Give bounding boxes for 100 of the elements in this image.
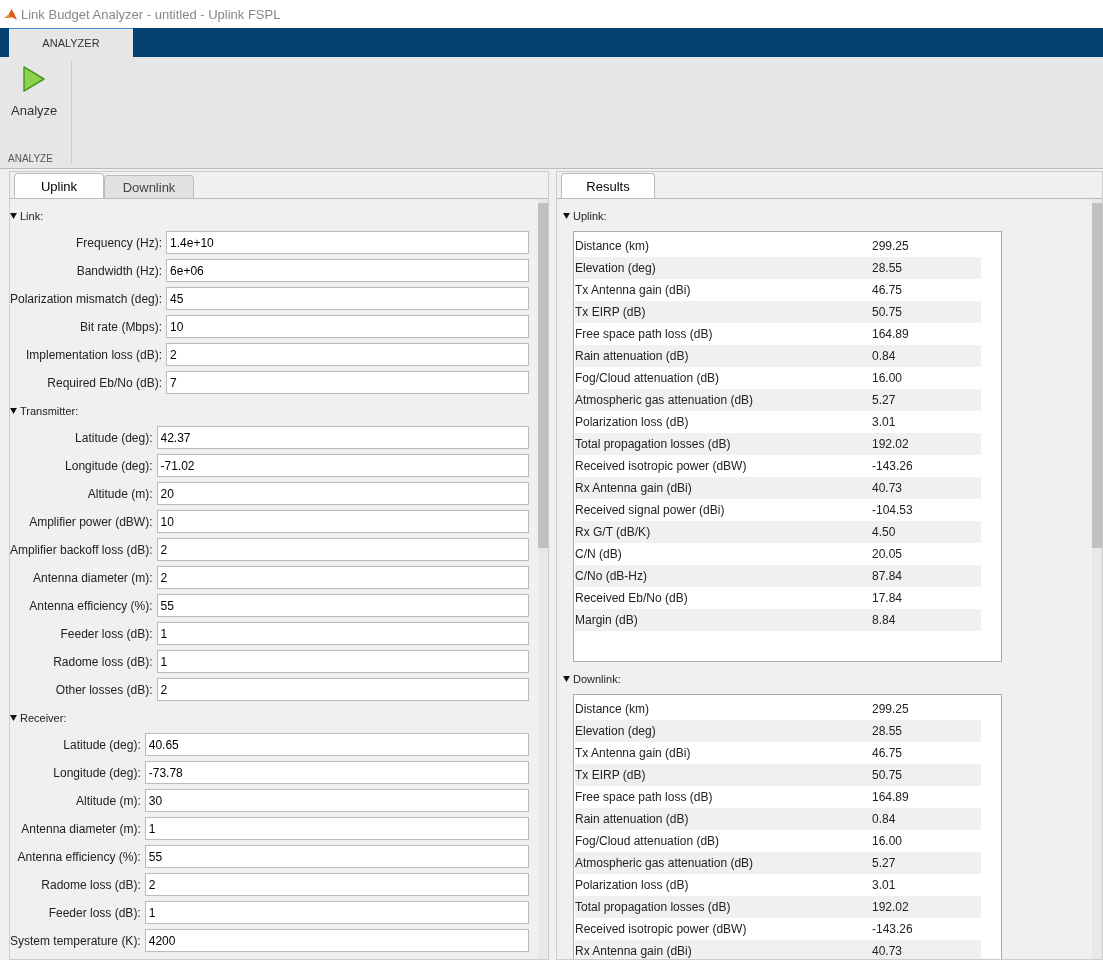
table-cell-text: Fog/Cloud attenuation (dB) bbox=[575, 371, 721, 385]
table-cell-text: 3.01 bbox=[872, 878, 897, 892]
table-cell-text: 20.05 bbox=[872, 547, 904, 561]
input-field[interactable]: 1 bbox=[144, 901, 529, 924]
table-cell-text: 17.84 bbox=[872, 591, 904, 605]
table-cell-text: -143.26 bbox=[872, 922, 914, 936]
field-label: Amplifier power (dBW): bbox=[29, 514, 153, 529]
field-label: Implementation loss (dB): bbox=[26, 347, 163, 362]
table-cell-text: 28.55 bbox=[872, 261, 904, 275]
table-cell-text: Tx Antenna gain (dBi) bbox=[575, 746, 692, 760]
table-cell-text: Rx G/T (dB/K) bbox=[575, 525, 652, 539]
section-header[interactable]: Transmitter: bbox=[10, 402, 79, 420]
input-field[interactable]: -71.02 bbox=[156, 454, 529, 477]
table-cell-text: Rx Antenna gain (dBi) bbox=[575, 481, 693, 495]
table-cell-text: 16.00 bbox=[872, 371, 904, 385]
toolstrip-tab[interactable]: ANALYZER bbox=[9, 28, 133, 57]
input-field[interactable]: 10 bbox=[156, 510, 529, 533]
field-label: Antenna efficiency (%): bbox=[17, 849, 141, 864]
table-cell-text: -104.53 bbox=[872, 503, 914, 517]
field-label: Frequency (Hz): bbox=[76, 235, 163, 250]
table-cell-text: 5.27 bbox=[872, 856, 897, 870]
table-cell-text: 87.84 bbox=[872, 569, 904, 583]
table-cell-text: Received isotropic power (dBW) bbox=[575, 459, 748, 473]
input-field[interactable]: 55 bbox=[144, 845, 529, 868]
table-cell-text: 40.73 bbox=[872, 944, 904, 958]
input-field[interactable]: 1 bbox=[156, 650, 529, 673]
field-label: Polarization mismatch (deg): bbox=[10, 291, 163, 306]
input-field[interactable]: 7 bbox=[166, 371, 529, 394]
field-label: Antenna diameter (m): bbox=[33, 570, 153, 585]
table-cell-text: 3.01 bbox=[872, 415, 897, 429]
input-field[interactable]: 2 bbox=[156, 538, 529, 561]
table-cell-text: Received isotropic power (dBW) bbox=[575, 922, 748, 936]
section-header[interactable]: Receiver: bbox=[10, 709, 67, 727]
field-label: Feeder loss (dB): bbox=[48, 905, 141, 920]
panel-tab[interactable]: Downlink bbox=[104, 175, 194, 198]
field-label: Antenna diameter (m): bbox=[21, 821, 141, 836]
scrollbar-thumb[interactable] bbox=[538, 203, 548, 548]
analyze-button[interactable]: Analyze bbox=[9, 61, 60, 122]
input-field[interactable]: 6e+06 bbox=[166, 259, 529, 282]
app-logo-icon bbox=[4, 7, 17, 21]
field-label: Altitude (m): bbox=[87, 486, 153, 501]
section-header[interactable]: Uplink: bbox=[563, 207, 607, 225]
input-field[interactable]: 2 bbox=[166, 343, 529, 366]
input-field[interactable]: 1.4e+10 bbox=[166, 231, 529, 254]
table-cell-text: Total propagation losses (dB) bbox=[575, 437, 732, 451]
table-cell-text: 299.25 bbox=[872, 702, 910, 716]
table-cell-text: Elevation (deg) bbox=[575, 261, 657, 275]
table-cell-text: Tx EIRP (dB) bbox=[575, 768, 647, 782]
input-field[interactable]: 1 bbox=[156, 622, 529, 645]
table-cell-text: Tx EIRP (dB) bbox=[575, 305, 647, 319]
input-field[interactable]: 10 bbox=[166, 315, 529, 338]
table-cell-text: 50.75 bbox=[872, 305, 904, 319]
input-field[interactable]: 4200 bbox=[144, 929, 529, 952]
table-cell-text: Rain attenuation (dB) bbox=[575, 349, 690, 363]
input-field[interactable]: 40.65 bbox=[144, 733, 529, 756]
section-header[interactable]: Link: bbox=[10, 207, 44, 225]
input-field[interactable]: 2 bbox=[144, 873, 529, 896]
table-cell-text: Received Eb/No (dB) bbox=[575, 591, 689, 605]
input-field[interactable]: 20 bbox=[156, 482, 529, 505]
field-label: Latitude (deg): bbox=[63, 737, 141, 752]
table-cell-text: 164.89 bbox=[872, 790, 910, 804]
input-field[interactable]: 2 bbox=[156, 678, 529, 701]
field-label: Required Eb/No (dB): bbox=[47, 375, 163, 390]
section-header[interactable]: Downlink: bbox=[563, 670, 621, 688]
panel-tab[interactable]: Results bbox=[561, 173, 655, 198]
field-label: Altitude (m): bbox=[76, 793, 141, 808]
input-field[interactable]: 1 bbox=[144, 817, 529, 840]
table-cell-text: 299.25 bbox=[872, 239, 910, 253]
table-cell-text: Atmospheric gas attenuation (dB) bbox=[575, 856, 755, 870]
input-field[interactable]: -73.78 bbox=[144, 761, 529, 784]
table-cell-text: 50.75 bbox=[872, 768, 904, 782]
table-cell-text: 5.27 bbox=[872, 393, 897, 407]
table-cell-text: 28.55 bbox=[872, 724, 904, 738]
table-cell-text: 40.73 bbox=[872, 481, 904, 495]
table-cell-text: 0.84 bbox=[872, 349, 897, 363]
table-cell-text: Rx Antenna gain (dBi) bbox=[575, 944, 693, 958]
field-label: Amplifier backoff loss (dB): bbox=[10, 542, 153, 557]
table-cell-text: Free space path loss (dB) bbox=[575, 327, 714, 341]
table-cell-text: 164.89 bbox=[872, 327, 910, 341]
input-field[interactable]: 45 bbox=[166, 287, 529, 310]
input-field[interactable]: 55 bbox=[156, 594, 529, 617]
table-cell-text: 46.75 bbox=[872, 283, 904, 297]
input-field[interactable]: 2 bbox=[156, 566, 529, 589]
input-field[interactable]: 30 bbox=[144, 789, 529, 812]
panel-tab[interactable]: Uplink bbox=[14, 173, 104, 198]
table-cell-text: 46.75 bbox=[872, 746, 904, 760]
scrollbar-thumb[interactable] bbox=[1092, 203, 1102, 548]
play-icon bbox=[22, 65, 47, 93]
field-label: Latitude (deg): bbox=[75, 430, 153, 445]
table-cell-text: -143.26 bbox=[872, 459, 914, 473]
table-cell-text: Distance (km) bbox=[575, 239, 650, 253]
table-cell-text: Distance (km) bbox=[575, 702, 650, 716]
triangle-icon bbox=[563, 213, 570, 219]
field-label: Antenna efficiency (%): bbox=[29, 598, 153, 613]
table-cell-text: 16.00 bbox=[872, 834, 904, 848]
table-cell-text: 8.84 bbox=[872, 613, 897, 627]
triangle-icon bbox=[10, 213, 17, 219]
table-cell-text: Polarization loss (dB) bbox=[575, 878, 690, 892]
table-cell-text: Tx Antenna gain (dBi) bbox=[575, 283, 692, 297]
input-field[interactable]: 42.37 bbox=[156, 426, 529, 449]
